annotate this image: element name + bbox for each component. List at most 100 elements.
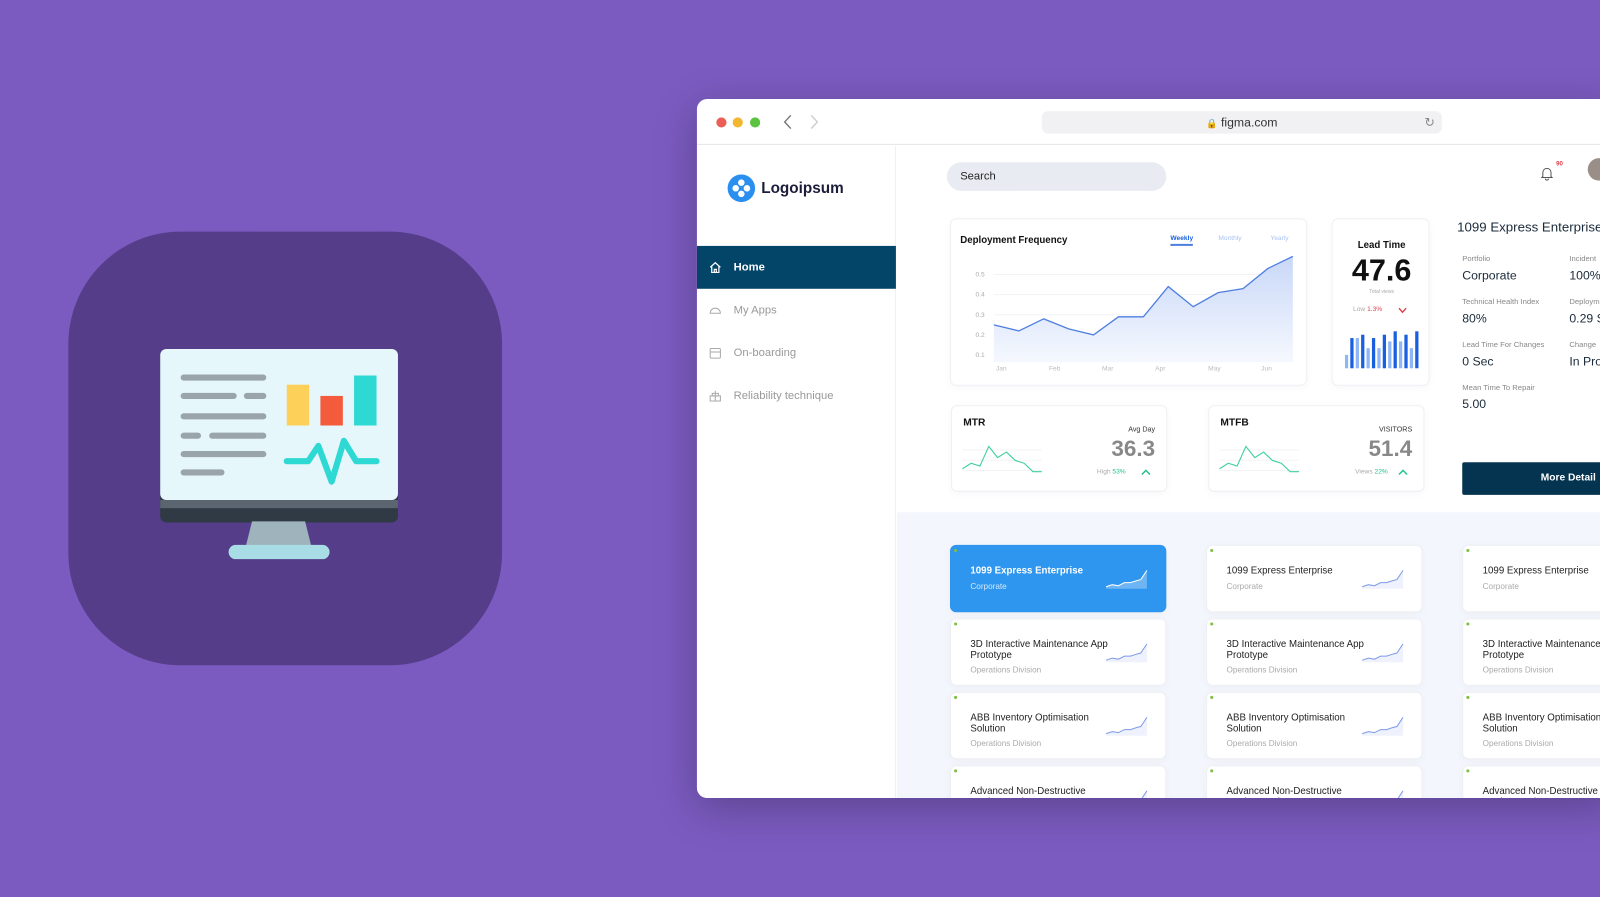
- bar: [1355, 338, 1359, 369]
- reload-icon[interactable]: ↻: [1424, 111, 1434, 133]
- app-name: Advanced Non-Destructive Testing Registe…: [970, 785, 1086, 798]
- sidebar-item-home[interactable]: Home: [696, 245, 896, 289]
- metric-label: VISITORS: [1379, 426, 1413, 434]
- back-arrow-icon[interactable]: [783, 114, 793, 130]
- app-division: Operations Division: [970, 738, 1042, 748]
- sidebar-item-on-boarding[interactable]: On-boarding: [697, 332, 896, 375]
- app-name: ABB Inventory Optimisation Solution: [970, 712, 1089, 735]
- mtfb-card: MTFB VISITORS 51.4 Views 22%: [1208, 405, 1425, 492]
- app-name: ABB Inventory Optimisation Solution: [1226, 712, 1346, 735]
- app-card[interactable]: 3D Interactive Maintenance App Prototype…: [1206, 618, 1423, 686]
- chevron-up-icon: [1141, 469, 1151, 475]
- status-dot: [1466, 695, 1470, 699]
- mtfb-value: 51.4: [1368, 435, 1413, 462]
- app-card[interactable]: 3D Interactive Maintenance App Prototype…: [1462, 618, 1600, 686]
- app-card[interactable]: Advanced Non-Destructive Testing Registe…: [1462, 765, 1600, 798]
- field-label: Lead Time For Changes: [1462, 339, 1545, 349]
- url-text: figma.com: [1221, 115, 1278, 130]
- field-value: In Pro: [1569, 354, 1600, 369]
- chevron-up-icon: [1398, 469, 1408, 475]
- sidebar-item-label: My Apps: [733, 304, 777, 317]
- browser-window: 🔒 figma.com ↻ Logoipsum Home My Apps On-…: [696, 98, 1600, 798]
- card-title: Lead Time: [1357, 239, 1406, 252]
- app-card[interactable]: 1099 Express Enterprise Corporate: [1462, 544, 1600, 613]
- x-tick-label: Mar: [1102, 365, 1114, 372]
- status-dot: [954, 769, 958, 773]
- app-trend-sparkline: [1105, 717, 1148, 736]
- sidebar-item-my-apps[interactable]: My Apps: [697, 289, 896, 332]
- app-division: Operations Division: [1482, 738, 1554, 748]
- app-division: Corporate: [970, 581, 1007, 591]
- app-division: Operations Division: [1482, 665, 1554, 675]
- stat-value: 22%: [1374, 468, 1388, 476]
- deployment-frequency-card: Deployment Frequency Weekly Monthly Year…: [949, 218, 1308, 386]
- status-dot: [1210, 622, 1214, 626]
- address-bar[interactable]: 🔒 figma.com ↻: [1041, 111, 1442, 134]
- low-label: Low: [1353, 306, 1366, 314]
- browser-toolbar: 🔒 figma.com ↻: [696, 99, 1600, 145]
- y-tick-label: 0.4: [976, 292, 986, 299]
- forward-arrow-icon[interactable]: [809, 114, 819, 130]
- field-label: Mean Time To Repair: [1462, 382, 1535, 392]
- app-trend-sparkline: [1397, 790, 1404, 798]
- metric-label: Avg Day: [1128, 426, 1156, 434]
- mtr-value: 36.3: [1111, 435, 1156, 462]
- status-dot: [1210, 695, 1214, 699]
- app-name: Advanced Non-Destructive Testing Registe…: [1226, 785, 1342, 798]
- app-card[interactable]: ABB Inventory Optimisation Solution Oper…: [1462, 691, 1600, 760]
- status-dot: [954, 548, 958, 553]
- app-trend-sparkline: [1105, 570, 1148, 589]
- close-window-button[interactable]: [716, 117, 727, 128]
- app-card[interactable]: ABB Inventory Optimisation Solution Oper…: [949, 691, 1167, 760]
- app-name: 3D Interactive Maintenance App Prototype: [1482, 638, 1600, 661]
- field-label: Technical Health Index: [1462, 296, 1540, 307]
- bar: [1388, 341, 1392, 369]
- field-value: Corporate: [1462, 268, 1517, 283]
- app-card[interactable]: 3D Interactive Maintenance App Prototype…: [949, 618, 1167, 686]
- minimize-window-button[interactable]: [732, 117, 743, 128]
- mtr-sparkline: [962, 445, 1042, 473]
- search-input[interactable]: Search: [946, 162, 1167, 191]
- status-dot: [1210, 548, 1214, 553]
- maximize-window-button[interactable]: [749, 117, 761, 128]
- y-tick-label: 0.3: [976, 312, 986, 319]
- deployment-chart: 0.1 0.2 0.3 0.4 0.5 Jan Feb Mar Apr May Jun: [976, 255, 1294, 372]
- app-name: 3D Interactive Maintenance App Prototype: [1226, 638, 1364, 661]
- app-trend-sparkline: [1362, 570, 1404, 589]
- bar: [1415, 331, 1419, 369]
- mtr-card: MTR Avg Day 36.3 High 53%: [951, 405, 1168, 492]
- bell-icon[interactable]: [1540, 166, 1554, 181]
- field-value: 5.00: [1462, 396, 1487, 412]
- low-value: 1.3%: [1367, 306, 1383, 314]
- app-trend-sparkline: [1362, 643, 1404, 663]
- stat-value: 53%: [1112, 468, 1126, 476]
- status-dot: [1466, 769, 1470, 773]
- app-card[interactable]: Advanced Non-Destructive Testing Registe…: [949, 765, 1167, 798]
- y-tick-label: 0.5: [976, 272, 986, 279]
- caption: Total views: [1369, 288, 1395, 295]
- app-card[interactable]: Advanced Non-Destructive Testing Registe…: [1206, 765, 1423, 798]
- bar: [1404, 334, 1408, 369]
- app-name: 1099 Express Enterprise: [1226, 565, 1333, 577]
- app-card[interactable]: 1099 Express Enterprise Corporate: [949, 544, 1167, 613]
- logo[interactable]: Logoipsum: [727, 174, 844, 203]
- bar: [1350, 338, 1354, 369]
- bar: [1371, 338, 1376, 369]
- x-tick-label: Apr: [1155, 365, 1166, 372]
- app-division: Corporate: [1226, 581, 1263, 591]
- sidebar-item-label: Reliability technique: [733, 389, 834, 403]
- more-details-button[interactable]: More Detail: [1462, 462, 1600, 495]
- bar: [1377, 348, 1381, 369]
- app-card[interactable]: 1099 Express Enterprise Corporate: [1206, 544, 1423, 613]
- monitor-dashboard-icon: [160, 348, 398, 560]
- card-title: MTR: [963, 417, 986, 429]
- lead-time-bars: [1344, 331, 1419, 369]
- logo-text: Logoipsum: [761, 179, 844, 197]
- bar: [1398, 341, 1403, 369]
- card-title: MTFB: [1220, 417, 1249, 429]
- sidebar-item-label: On-boarding: [733, 346, 797, 360]
- chevron-down-icon: [1398, 307, 1407, 314]
- app-card[interactable]: ABB Inventory Optimisation Solution Oper…: [1206, 691, 1423, 760]
- details-title: 1099 Express Enterprise: [1457, 219, 1600, 235]
- sidebar-item-reliability-technique[interactable]: Reliability technique: [697, 374, 896, 417]
